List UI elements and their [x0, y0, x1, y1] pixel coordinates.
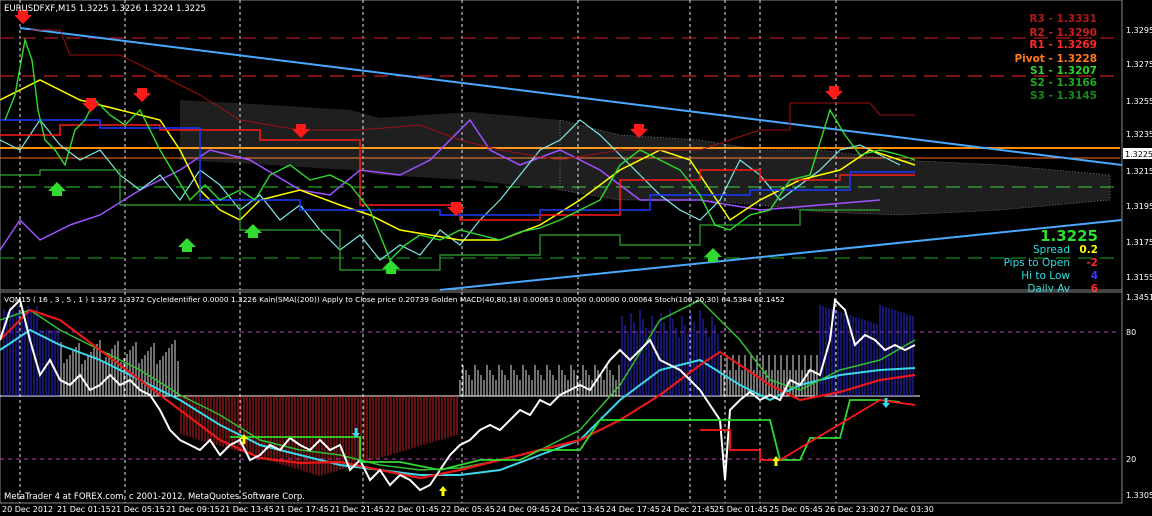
info-value: -2: [1086, 257, 1098, 269]
info-label: Hi to Low: [1021, 270, 1070, 282]
symbol-header: EURUSDFXF,M15 1.3225 1.3226 1.3224 1.322…: [4, 4, 206, 14]
metatrader-chart: EURUSDFXF,M15 1.3225 1.3226 1.3224 1.322…: [0, 0, 1152, 516]
time-tick: 21 Dec 01:15: [57, 505, 111, 514]
time-tick: 21 Dec 21:45: [330, 505, 384, 514]
sub-tick: 1.3451: [1126, 293, 1152, 302]
sub-tick: 1.3305: [1126, 491, 1152, 500]
info-value: 0.2: [1079, 244, 1098, 256]
time-tick: 24 Dec 09:45: [496, 505, 550, 514]
time-tick: 20 Dec 2012: [2, 505, 53, 514]
price-tick: 1.3235: [1126, 130, 1152, 139]
time-tick: 24 Dec 17:45: [606, 505, 660, 514]
svg-text:1.3225: 1.3225: [1125, 150, 1152, 159]
pivot-s3: S3 - 1.3145: [1030, 90, 1097, 102]
time-tick: 24 Dec 13:45: [551, 505, 605, 514]
time-tick: 25 Dec 01:45: [714, 505, 768, 514]
time-tick: 21 Dec 05:15: [111, 505, 165, 514]
info-label: Spread: [1033, 244, 1070, 256]
pivot-s1: S1 - 1.3207: [1030, 65, 1097, 77]
price-tick: 1.3275: [1126, 60, 1152, 69]
price-tick: 1.3195: [1126, 202, 1152, 211]
time-tick: 24 Dec 21:45: [661, 505, 715, 514]
price-tick: 1.3295: [1126, 26, 1152, 35]
price-tick: 1.3175: [1126, 238, 1152, 247]
pivot-r3: R3 - 1.3331: [1029, 13, 1097, 25]
info-value: 4: [1091, 270, 1098, 282]
pivot-r1: R1 - 1.3269: [1029, 39, 1097, 51]
pivot-s2: S2 - 1.3166: [1030, 77, 1097, 89]
time-tick: 22 Dec 01:45: [385, 505, 439, 514]
time-tick: 21 Dec 17:45: [275, 505, 329, 514]
big-price: 1.3225: [1040, 227, 1098, 245]
pivot-r2: R2 - 1.3290: [1029, 27, 1097, 39]
time-tick: 21 Dec 09:15: [166, 505, 220, 514]
indicator-header: VQM15 ( 16 , 3 , 5 , 1 ) 1.3372 1.3372 C…: [4, 295, 785, 304]
time-axis: 20 Dec 2012 21 Dec 01:15 21 Dec 05:15 21 De…: [2, 505, 934, 514]
pivot-pivot: Pivot - 1.3228: [1014, 53, 1097, 65]
price-tick: 1.3215: [1126, 167, 1152, 176]
time-tick: 25 Dec 05:45: [769, 505, 823, 514]
time-tick: 27 Dec 03:30: [880, 505, 934, 514]
time-tick: 26 Dec 23:30: [825, 505, 879, 514]
time-tick: 21 Dec 13:45: [220, 505, 274, 514]
current-price-tag: 1.3225: [1123, 148, 1152, 159]
price-tick: 1.3155: [1126, 273, 1152, 282]
info-label: Pips to Open: [1004, 257, 1070, 269]
main-price-pane[interactable]: EURUSDFXF,M15 1.3225 1.3226 1.3224 1.322…: [0, 0, 1123, 295]
copyright-text: MetaTrader 4 at FOREX.com, c 2001-2012, …: [4, 492, 305, 502]
time-tick: 22 Dec 05:45: [441, 505, 495, 514]
sub-tick: 20: [1126, 455, 1136, 464]
indicator-pane[interactable]: VQM15 ( 16 , 3 , 5 , 1 ) 1.3372 1.3372 C…: [0, 291, 1123, 504]
price-tick: 1.3255: [1126, 97, 1152, 106]
sub-tick: 80: [1126, 328, 1136, 337]
